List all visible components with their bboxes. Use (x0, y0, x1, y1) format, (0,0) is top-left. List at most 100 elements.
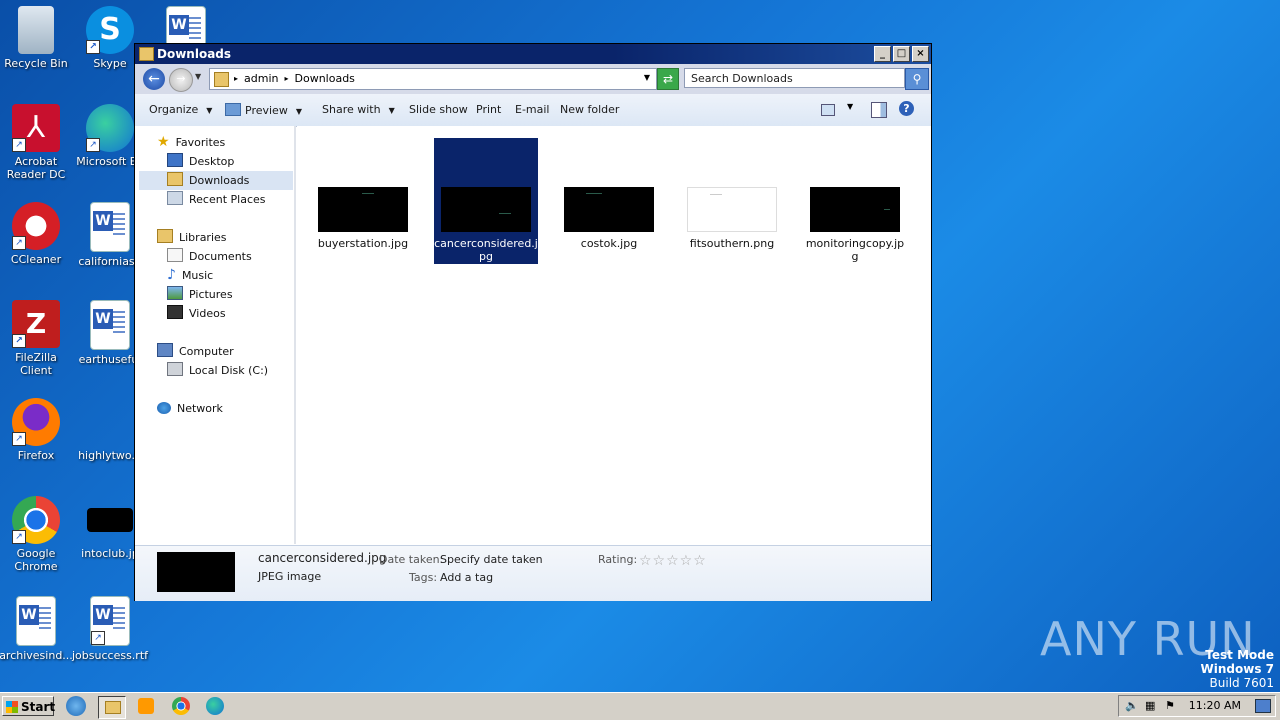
folder-icon (139, 47, 154, 61)
nav-libraries[interactable]: Libraries (157, 228, 227, 247)
desktop-icon-chrome[interactable]: ↗ Google Chrome (0, 496, 74, 573)
maximize-button[interactable]: □ (893, 46, 910, 62)
start-button[interactable]: Start (2, 696, 55, 716)
close-button[interactable]: × (912, 46, 929, 62)
edge-icon[interactable] (206, 697, 224, 715)
help-icon[interactable]: ? (899, 101, 914, 116)
command-bar: Organize ▼ Preview ▼ Share with ▼ Slide sho… (135, 94, 931, 127)
nav-local-disk[interactable]: Local Disk (C:) (167, 361, 268, 380)
details-filetype: JPEG image (258, 570, 322, 583)
word-document-icon: W (16, 596, 56, 646)
date-taken-label: Date taken: (379, 553, 444, 566)
share-with-button[interactable]: Share with ▼ (322, 103, 395, 116)
chrome-icon[interactable] (172, 697, 190, 715)
breadcrumb-admin[interactable]: admin (244, 72, 278, 85)
desktop-icon-label: Firefox (17, 449, 55, 462)
show-desktop-icon[interactable] (1255, 699, 1271, 713)
acrobat-icon: ⅄ ↗ (12, 104, 60, 152)
nav-recent-places[interactable]: Recent Places (167, 190, 266, 209)
test-mode-label: Test Mode (1205, 648, 1274, 662)
desktop-icon-label: Recycle Bin (4, 57, 68, 70)
network-icon (157, 402, 171, 414)
desktop-icon-label: FileZilla Client (15, 351, 57, 377)
address-dropdown[interactable]: ▼ (644, 73, 650, 82)
image-thumbnail (687, 187, 777, 232)
nav-pictures[interactable]: Pictures (167, 285, 233, 304)
windows-logo-icon (6, 701, 18, 713)
organize-button[interactable]: Organize ▼ (149, 103, 212, 116)
desktop-icon-label: Google Chrome (14, 547, 58, 573)
recent-pages-dropdown[interactable]: ▼ (195, 72, 201, 81)
desktop-icon-label: Acrobat Reader DC (6, 155, 66, 181)
nav-downloads[interactable]: Downloads (139, 171, 293, 190)
desktop-icon-firefox[interactable]: ↗ Firefox (0, 398, 74, 462)
search-icon[interactable]: ⚲ (905, 68, 929, 90)
change-view-icon[interactable] (821, 104, 835, 116)
search-input[interactable]: Search Downloads (684, 68, 905, 88)
system-tray: 🔈 ▦ ⚑ 11:20 AM (1118, 695, 1276, 717)
rating-stars[interactable]: ☆☆☆☆☆ (639, 553, 707, 569)
nav-favorites[interactable]: ★ Favorites (157, 133, 225, 152)
new-folder-button[interactable]: New folder (560, 103, 619, 116)
forward-button[interactable]: → (169, 68, 193, 92)
date-taken-value[interactable]: Specify date taken (440, 553, 543, 566)
nav-network[interactable]: Network (157, 399, 223, 418)
desktop-icon (167, 153, 183, 167)
breadcrumb-downloads[interactable]: Downloads (295, 72, 355, 85)
view-options-dropdown[interactable]: ▼ (847, 102, 853, 111)
file-item[interactable]: costok.jpg (557, 138, 661, 264)
nav-computer[interactable]: Computer (157, 342, 234, 361)
test-mode-info: Test Mode Windows 7 Build 7601 (1201, 648, 1274, 690)
desktop-icon-archivesind[interactable]: W archivesind... (0, 596, 74, 662)
file-name: costok.jpg (580, 237, 638, 250)
folder-icon (214, 72, 229, 87)
minimize-button[interactable]: _ (874, 46, 891, 62)
skype-icon: S ↗ (86, 6, 134, 54)
action-center-flag-icon[interactable]: ⚑ (1165, 699, 1175, 712)
back-button[interactable]: ← (143, 68, 165, 90)
star-icon: ★ (157, 134, 170, 150)
slide-show-button[interactable]: Slide show (409, 103, 468, 116)
desktop-icon-acrobat[interactable]: ⅄ ↗ Acrobat Reader DC (0, 104, 74, 181)
breadcrumb-separator[interactable]: ▸ (284, 72, 288, 85)
tags-value[interactable]: Add a tag (440, 571, 493, 584)
desktop-icon-jobsuccess[interactable]: W ↗ jobsuccess.rtf (72, 596, 148, 662)
address-bar[interactable]: ▸ admin ▸ Downloads ▼ (209, 68, 657, 90)
refresh-button[interactable]: ⇄ (657, 68, 679, 90)
print-button[interactable]: Print (476, 103, 501, 116)
explorer-taskbar-button[interactable] (98, 696, 126, 719)
file-name: fitsouthern.png (689, 237, 775, 250)
desktop-icon-recycle-bin[interactable]: Recycle Bin (0, 6, 74, 70)
file-item[interactable]: buyerstation.jpg (311, 138, 415, 264)
image-thumbnail (810, 187, 900, 232)
firefox-icon: ↗ (12, 398, 60, 446)
network-tray-icon[interactable]: ▦ (1145, 699, 1155, 712)
preview-button[interactable]: Preview ▼ (225, 103, 302, 117)
desktop-icon-ccleaner[interactable]: ↗ CCleaner (0, 202, 74, 266)
nav-desktop[interactable]: Desktop (167, 152, 234, 171)
preview-pane-icon[interactable] (871, 102, 887, 118)
desktop-icon-filezilla[interactable]: Z ↗ FileZilla Client (0, 300, 74, 377)
preview-icon (225, 103, 241, 116)
navigation-pane: ★ Favorites Desktop Downloads Recent Plac… (135, 126, 296, 544)
nav-documents[interactable]: Documents (167, 247, 252, 266)
file-item[interactable]: monitoringcopy.jpg (803, 138, 907, 264)
breadcrumb-separator[interactable]: ▸ (234, 72, 238, 85)
folder-icon (105, 701, 121, 714)
videos-icon (167, 305, 183, 319)
file-item[interactable]: fitsouthern.png (680, 138, 784, 264)
nav-music[interactable]: ♪ Music (167, 266, 213, 285)
clock[interactable]: 11:20 AM (1189, 699, 1241, 712)
music-icon: ♪ (167, 267, 176, 283)
nav-videos[interactable]: Videos (167, 304, 226, 323)
volume-icon[interactable]: 🔈 (1125, 699, 1139, 712)
image-thumbnail (318, 187, 408, 232)
window-titlebar[interactable]: Downloads _ □ × (135, 44, 931, 64)
internet-explorer-icon[interactable] (66, 696, 86, 716)
window-title: Downloads (157, 47, 232, 61)
image-thumbnail (441, 187, 531, 232)
email-button[interactable]: E-mail (515, 103, 550, 116)
file-item-selected[interactable]: cancerconsidered.jpg (434, 138, 538, 264)
desktop-icon-label: jobsuccess.rtf (72, 649, 149, 662)
media-player-icon[interactable] (138, 698, 154, 714)
